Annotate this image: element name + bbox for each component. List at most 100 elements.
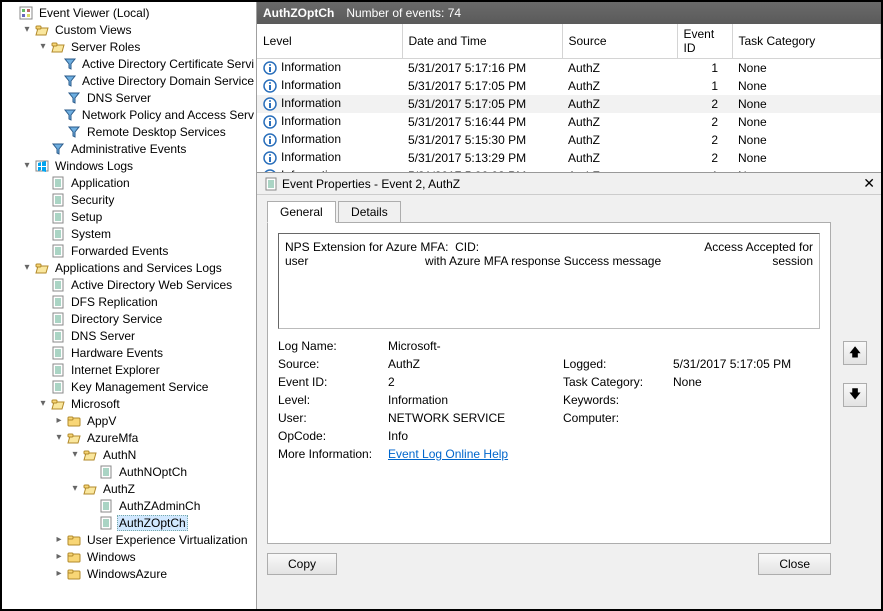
- tree-toggle-icon[interactable]: ▾: [36, 41, 50, 52]
- tab-general[interactable]: General: [267, 201, 336, 223]
- tree-item[interactable]: ▸WindowsAzure: [4, 565, 256, 582]
- col-source[interactable]: Source: [562, 24, 677, 59]
- app-root: Event Viewer (Local)▾Custom Views▾Server…: [0, 0, 883, 611]
- folder-open-icon: [82, 481, 98, 497]
- tree-item[interactable]: ▾AzureMfa: [4, 429, 256, 446]
- tree-item[interactable]: ▸AppV: [4, 412, 256, 429]
- tree-item-label: AuthZ: [101, 482, 137, 496]
- tab-details[interactable]: Details: [338, 201, 401, 222]
- event-message-right: Access Accepted for session: [704, 240, 813, 322]
- tree-item[interactable]: Active Directory Web Services: [4, 276, 256, 293]
- close-icon[interactable]: ✕: [863, 175, 875, 192]
- tree-item[interactable]: Network Policy and Access Serv: [4, 106, 256, 123]
- value-logname: Microsoft-: [388, 339, 563, 353]
- filter-icon: [66, 90, 82, 106]
- nav-up-button[interactable]: 🡅: [843, 341, 867, 365]
- tree-item[interactable]: Setup: [4, 208, 256, 225]
- tree-item[interactable]: Security: [4, 191, 256, 208]
- tree-item[interactable]: ▾AuthN: [4, 446, 256, 463]
- col-date[interactable]: Date and Time: [402, 24, 562, 59]
- log-icon: [50, 294, 66, 310]
- tree-item[interactable]: DNS Server: [4, 89, 256, 106]
- label-task: Task Category:: [563, 375, 673, 389]
- tree-item[interactable]: DNS Server: [4, 327, 256, 344]
- tree-item[interactable]: Administrative Events: [4, 140, 256, 157]
- table-row[interactable]: Information5/31/2017 5:17:05 PMAuthZ2Non…: [257, 95, 881, 113]
- event-message-box[interactable]: NPS Extension for Azure MFA: CID: user w…: [278, 233, 820, 329]
- tree-item[interactable]: Application: [4, 174, 256, 191]
- tree-item[interactable]: ▸User Experience Virtualization: [4, 531, 256, 548]
- table-row[interactable]: Information5/31/2017 5:17:05 PMAuthZ1Non…: [257, 77, 881, 95]
- info-icon: [263, 115, 277, 129]
- tree-item[interactable]: ▾Applications and Services Logs: [4, 259, 256, 276]
- table-row[interactable]: Information5/31/2017 5:15:30 PMAuthZ2Non…: [257, 131, 881, 149]
- col-task[interactable]: Task Category: [732, 24, 881, 59]
- log-icon: [98, 464, 114, 480]
- tree-item-label: Forwarded Events: [69, 244, 170, 258]
- navigation-tree[interactable]: Event Viewer (Local)▾Custom Views▾Server…: [2, 2, 257, 609]
- filter-icon: [63, 107, 77, 123]
- info-icon: [263, 133, 277, 147]
- tree-item[interactable]: AuthZOptCh: [4, 514, 256, 531]
- tree-toggle-icon[interactable]: ▾: [20, 24, 34, 35]
- table-header-row: Level Date and Time Source Event ID Task…: [257, 24, 881, 59]
- tree-item[interactable]: Key Management Service: [4, 378, 256, 395]
- tree-item[interactable]: AuthZAdminCh: [4, 497, 256, 514]
- tree-toggle-icon[interactable]: ▾: [68, 483, 82, 494]
- label-computer: Computer:: [563, 411, 673, 425]
- tree-toggle-icon[interactable]: ▾: [52, 432, 66, 443]
- col-event-id[interactable]: Event ID: [677, 24, 732, 59]
- table-row[interactable]: Information5/31/2017 5:17:16 PMAuthZ1Non…: [257, 59, 881, 77]
- tree-toggle-icon[interactable]: ▾: [20, 160, 34, 171]
- tree-item[interactable]: Hardware Events: [4, 344, 256, 361]
- tree-item[interactable]: System: [4, 225, 256, 242]
- tree-item[interactable]: ▸Windows: [4, 548, 256, 565]
- tree-item[interactable]: ▾Custom Views: [4, 21, 256, 38]
- filter-icon: [50, 141, 66, 157]
- tree-item[interactable]: ▾Server Roles: [4, 38, 256, 55]
- log-icon: [50, 328, 66, 344]
- dialog-title: Event Properties - Event 2, AuthZ: [282, 177, 460, 191]
- tree-toggle-icon[interactable]: ▾: [36, 398, 50, 409]
- tree-item-label: AuthZAdminCh: [117, 499, 202, 513]
- tree-item[interactable]: ▾Windows Logs: [4, 157, 256, 174]
- tree-item[interactable]: Directory Service: [4, 310, 256, 327]
- tree-toggle-icon[interactable]: ▸: [52, 551, 66, 562]
- dialog-titlebar: Event Properties - Event 2, AuthZ ✕: [257, 173, 881, 195]
- tree-item-label: Application: [69, 176, 132, 190]
- tree-item[interactable]: Event Viewer (Local): [4, 4, 256, 21]
- tree-toggle-icon[interactable]: ▸: [52, 415, 66, 426]
- tree-toggle-icon[interactable]: ▾: [20, 262, 34, 273]
- label-logged: Logged:: [563, 357, 673, 371]
- tree-item[interactable]: ▾Microsoft: [4, 395, 256, 412]
- tree-item[interactable]: DFS Replication: [4, 293, 256, 310]
- copy-button[interactable]: Copy: [267, 553, 337, 575]
- link-event-log-help[interactable]: Event Log Online Help: [388, 447, 508, 461]
- col-level[interactable]: Level: [257, 24, 402, 59]
- tree-item[interactable]: Forwarded Events: [4, 242, 256, 259]
- tree-toggle-icon[interactable]: ▸: [52, 534, 66, 545]
- tree-item[interactable]: Active Directory Domain Service: [4, 72, 256, 89]
- filter-icon: [63, 73, 77, 89]
- log-icon: [50, 277, 66, 293]
- tree-item[interactable]: Remote Desktop Services: [4, 123, 256, 140]
- tree-item[interactable]: Active Directory Certificate Servi: [4, 55, 256, 72]
- value-opcode: Info: [388, 429, 563, 443]
- tree-item-label: Directory Service: [69, 312, 164, 326]
- tree-item[interactable]: ▾ AuthZ: [4, 480, 256, 497]
- event-properties-dialog: Event Properties - Event 2, AuthZ ✕ Gene…: [257, 172, 881, 609]
- tree-toggle-icon[interactable]: ▾: [68, 449, 82, 460]
- event-list[interactable]: Level Date and Time Source Event ID Task…: [257, 24, 881, 172]
- tree-item[interactable]: AuthNOptCh: [4, 463, 256, 480]
- tree-item-label: Setup: [69, 210, 104, 224]
- tree-item-label: Security: [69, 193, 116, 207]
- winlogs-icon: [34, 158, 50, 174]
- close-button[interactable]: Close: [758, 553, 831, 575]
- tree-toggle-icon[interactable]: ▸: [52, 568, 66, 579]
- label-keywords: Keywords:: [563, 393, 673, 407]
- events-header-count: Number of events: 74: [346, 6, 461, 20]
- tree-item[interactable]: Internet Explorer: [4, 361, 256, 378]
- table-row[interactable]: Information5/31/2017 5:16:44 PMAuthZ2Non…: [257, 113, 881, 131]
- nav-down-button[interactable]: 🡇: [843, 383, 867, 407]
- table-row[interactable]: Information5/31/2017 5:13:29 PMAuthZ2Non…: [257, 149, 881, 167]
